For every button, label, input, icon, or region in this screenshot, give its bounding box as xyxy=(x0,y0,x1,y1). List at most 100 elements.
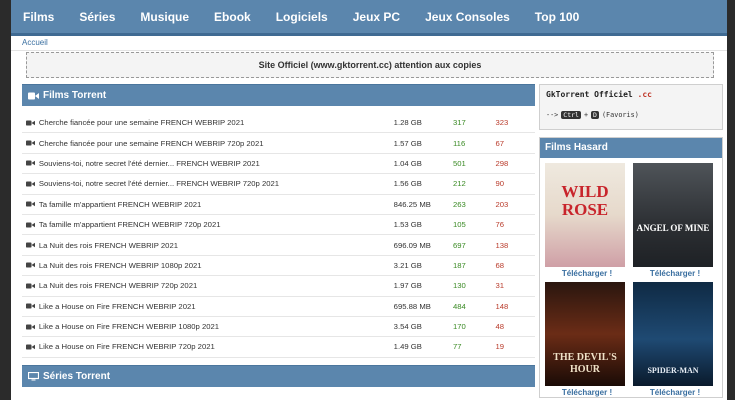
video-camera-icon xyxy=(26,181,37,187)
nav-item-jeux-consoles[interactable]: Jeux Consoles xyxy=(425,10,510,24)
torrent-seeds: 484 xyxy=(452,301,466,311)
torrent-leechers: 90 xyxy=(495,179,505,189)
video-camera-icon xyxy=(26,120,37,126)
sidebar: GkTorrent Officiel .cc --> Ctrl + D (Fav… xyxy=(539,84,723,398)
poster-card-spider-man[interactable]: SPIDER-MAN Télécharger ! xyxy=(633,282,717,397)
torrent-row[interactable]: La Nuit des rois FRENCH WEBRIP 1080p 202… xyxy=(22,256,535,277)
films-list: Cherche fiancée pour une semaine FRENCH … xyxy=(22,113,535,358)
torrent-leechers: 31 xyxy=(495,281,505,291)
torrent-size: 695.88 MB xyxy=(393,301,431,311)
random-films-title: Films Hasard xyxy=(540,138,722,158)
brand-title: GkTorrent Officiel .cc xyxy=(546,90,716,99)
torrent-row[interactable]: Like a House on Fire FRENCH WEBRIP 1080p… xyxy=(22,317,535,338)
torrent-row[interactable]: Cherche fiancée pour une semaine FRENCH … xyxy=(22,133,535,154)
download-link[interactable]: Télécharger ! xyxy=(633,388,717,397)
torrent-row[interactable]: Cherche fiancée pour une semaine FRENCH … xyxy=(22,113,535,134)
torrent-size: 1.97 GB xyxy=(393,281,422,291)
nav-item-logiciels[interactable]: Logiciels xyxy=(276,10,328,24)
poster-card-the-devils-hour[interactable]: THE DEVIL'S HOUR Télécharger ! xyxy=(545,282,629,397)
nav-item-musique[interactable]: Musique xyxy=(140,10,189,24)
video-camera-icon xyxy=(28,92,39,100)
nav-item-series[interactable]: Séries xyxy=(79,10,115,24)
torrent-row[interactable]: Souviens-toi, notre secret l'été dernier… xyxy=(22,154,535,175)
poster-image-angel-of-mine[interactable]: ANGEL OF MINE xyxy=(633,163,713,267)
torrent-size: 1.28 GB xyxy=(393,118,422,128)
torrent-size: 696.09 MB xyxy=(393,240,431,250)
torrent-leechers: 68 xyxy=(495,260,505,270)
series-section-header: Séries Torrent xyxy=(22,364,535,387)
poster-card-angel-of-mine[interactable]: ANGEL OF MINE Télécharger ! xyxy=(633,163,717,278)
torrent-row[interactable]: Commandant Bäckström S01E06 FRENCH HDTV6… xyxy=(22,394,535,400)
torrent-row[interactable]: Ta famille m'appartient FRENCH WEBRIP 72… xyxy=(22,215,535,236)
torrent-title[interactable]: Like a House on Fire FRENCH WEBRIP 1080p… xyxy=(39,322,394,331)
main-nav: Films Séries Musique Ebook Logiciels Jeu… xyxy=(11,0,727,36)
monitor-icon xyxy=(28,371,39,381)
torrent-seeds: 317 xyxy=(452,118,466,128)
brand-box: GkTorrent Officiel .cc --> Ctrl + D (Fav… xyxy=(539,84,723,130)
torrent-seeds: 187 xyxy=(452,260,466,270)
torrent-row[interactable]: Souviens-toi, notre secret l'été dernier… xyxy=(22,174,535,195)
torrent-size: 1.49 GB xyxy=(393,342,422,352)
torrent-leechers: 19 xyxy=(495,342,505,352)
torrent-row[interactable]: La Nuit des rois FRENCH WEBRIP 2021 696.0… xyxy=(22,235,535,256)
video-camera-icon xyxy=(26,140,37,146)
key-ctrl: Ctrl xyxy=(561,111,581,119)
series-list: Commandant Bäckström S01E06 FRENCH HDTV6… xyxy=(22,394,535,400)
video-camera-icon xyxy=(26,303,37,309)
torrent-seeds: 170 xyxy=(452,322,466,332)
torrent-leechers: 298 xyxy=(495,158,509,168)
torrent-title[interactable]: Souviens-toi, notre secret l'été dernier… xyxy=(39,179,394,188)
poster-grid: WILD ROSE Télécharger ! ANGEL OF MINE Té… xyxy=(540,158,722,397)
torrent-leechers: 67 xyxy=(495,138,505,148)
official-site-notice: Site Officiel (www.gktorrent.cc) attenti… xyxy=(26,52,714,78)
nav-item-ebook[interactable]: Ebook xyxy=(214,10,251,24)
nav-item-top-100[interactable]: Top 100 xyxy=(535,10,579,24)
torrent-seeds: 130 xyxy=(452,281,466,291)
torrent-title[interactable]: La Nuit des rois FRENCH WEBRIP 1080p 202… xyxy=(39,261,394,270)
breadcrumb: Accueil xyxy=(11,36,727,51)
torrent-leechers: 48 xyxy=(495,322,505,332)
torrent-title[interactable]: Like a House on Fire FRENCH WEBRIP 2021 xyxy=(39,302,394,311)
poster-title-spider-man: SPIDER-MAN xyxy=(647,366,699,375)
torrent-leechers: 323 xyxy=(495,118,509,128)
torrent-title[interactable]: Cherche fiancée pour une semaine FRENCH … xyxy=(39,118,394,127)
torrent-seeds: 105 xyxy=(452,220,466,230)
poster-image-wild-rose[interactable]: WILD ROSE xyxy=(545,163,625,267)
main-column: Films Torrent Cherche fiancée pour une s… xyxy=(22,84,535,400)
bookmark-prefix: --> xyxy=(546,111,559,119)
torrent-title[interactable]: Like a House on Fire FRENCH WEBRIP 720p … xyxy=(39,342,394,351)
torrent-row[interactable]: La Nuit des rois FRENCH WEBRIP 720p 2021… xyxy=(22,276,535,297)
nav-item-films[interactable]: Films xyxy=(23,10,54,24)
breadcrumb-home[interactable]: Accueil xyxy=(22,38,48,47)
page: Films Séries Musique Ebook Logiciels Jeu… xyxy=(11,0,727,400)
download-link[interactable]: Télécharger ! xyxy=(545,388,629,397)
torrent-seeds: 116 xyxy=(452,138,466,148)
bookmark-hint: --> Ctrl + D (Favoris) xyxy=(546,111,716,119)
torrent-row[interactable]: Like a House on Fire FRENCH WEBRIP 720p … xyxy=(22,337,535,358)
torrent-row[interactable]: Like a House on Fire FRENCH WEBRIP 2021 6… xyxy=(22,297,535,317)
video-camera-icon xyxy=(26,222,37,228)
poster-image-spider-man[interactable]: SPIDER-MAN xyxy=(633,282,713,386)
torrent-title[interactable]: La Nuit des rois FRENCH WEBRIP 720p 2021 xyxy=(39,281,394,290)
nav-item-jeux-pc[interactable]: Jeux PC xyxy=(353,10,400,24)
torrent-title[interactable]: La Nuit des rois FRENCH WEBRIP 2021 xyxy=(39,241,394,250)
films-section-header: Films Torrent xyxy=(22,84,535,106)
poster-image-the-devils-hour[interactable]: THE DEVIL'S HOUR xyxy=(545,282,625,386)
torrent-title[interactable]: Souviens-toi, notre secret l'été dernier… xyxy=(39,159,394,168)
torrent-size: 3.54 GB xyxy=(393,322,422,332)
torrent-leechers: 76 xyxy=(495,220,505,230)
poster-card-wild-rose[interactable]: WILD ROSE Télécharger ! xyxy=(545,163,629,278)
torrent-size: 846.25 MB xyxy=(393,199,431,209)
key-plus: + xyxy=(583,111,589,119)
torrent-title[interactable]: Ta famille m'appartient FRENCH WEBRIP 20… xyxy=(39,200,394,209)
download-link[interactable]: Télécharger ! xyxy=(633,269,717,278)
poster-title-angel-of-mine: ANGEL OF MINE xyxy=(636,223,710,233)
video-camera-icon xyxy=(26,283,37,289)
brand-tld: .cc xyxy=(637,90,652,99)
torrent-seeds: 697 xyxy=(452,240,466,250)
torrent-title[interactable]: Cherche fiancée pour une semaine FRENCH … xyxy=(39,139,394,148)
download-link[interactable]: Télécharger ! xyxy=(545,269,629,278)
torrent-row[interactable]: Ta famille m'appartient FRENCH WEBRIP 20… xyxy=(22,195,535,215)
torrent-title[interactable]: Ta famille m'appartient FRENCH WEBRIP 72… xyxy=(39,220,394,229)
torrent-seeds: 263 xyxy=(452,199,466,209)
